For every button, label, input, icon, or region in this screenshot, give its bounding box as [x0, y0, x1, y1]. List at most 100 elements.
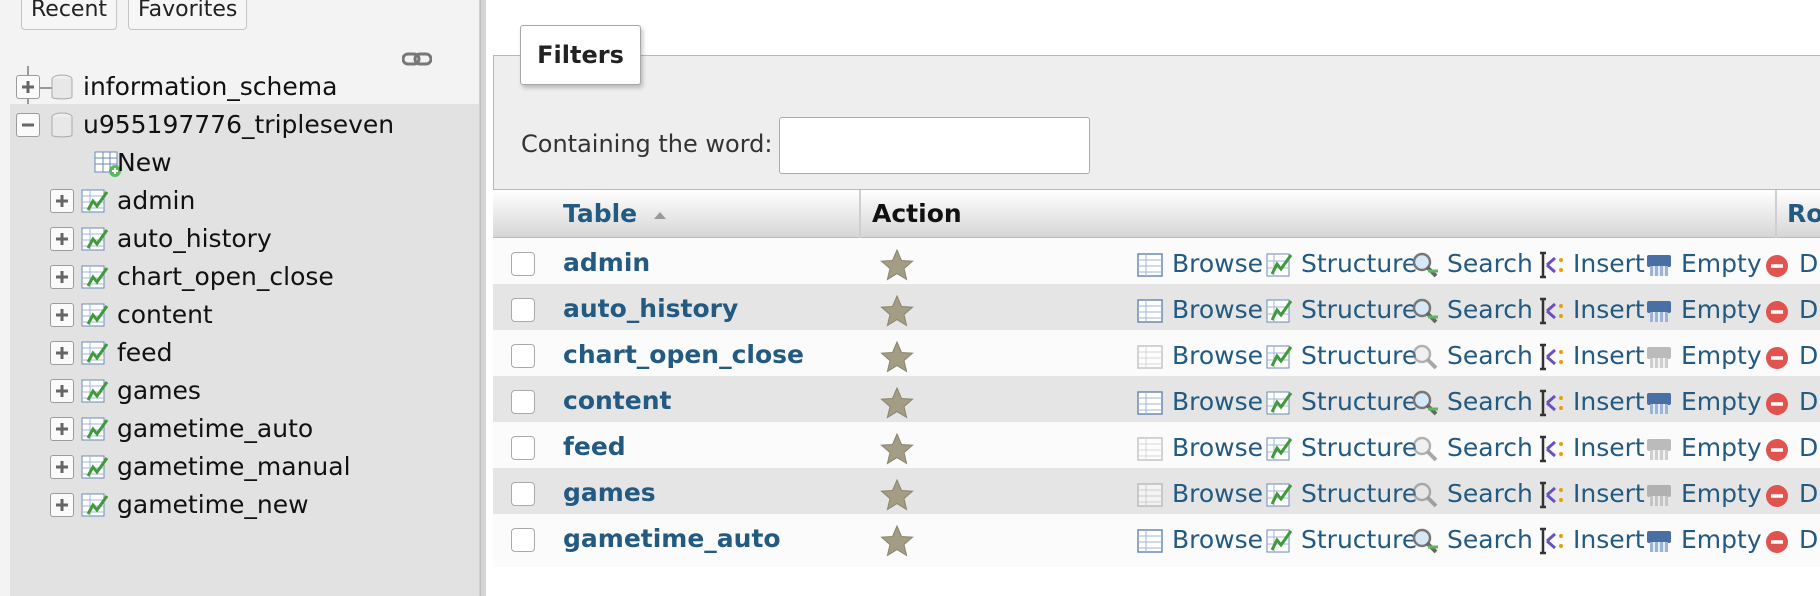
insert-label[interactable]: Insert [1573, 433, 1645, 462]
insert-label[interactable]: Insert [1573, 295, 1645, 324]
browse-label[interactable]: Browse [1172, 387, 1263, 416]
expand-icon[interactable] [50, 227, 74, 251]
table-structure-icon[interactable] [81, 416, 109, 444]
row-checkbox[interactable] [511, 528, 535, 552]
structure-label[interactable]: Structure [1301, 433, 1417, 462]
insert-label[interactable]: Insert [1573, 525, 1645, 554]
db-name[interactable]: information_schema [83, 72, 337, 101]
table-name-link[interactable]: gametime_auto [563, 524, 781, 553]
empty-label[interactable]: Empty [1681, 479, 1762, 508]
table-name-link[interactable]: feed [563, 432, 626, 461]
favorite-star-icon[interactable] [880, 294, 914, 328]
search-label[interactable]: Search [1447, 295, 1533, 324]
structure-label[interactable]: Structure [1301, 479, 1417, 508]
expand-icon[interactable] [50, 493, 74, 517]
empty-label[interactable]: Empty [1681, 249, 1762, 278]
sort-ascending-icon[interactable] [653, 210, 667, 220]
search-label[interactable]: Search [1447, 479, 1533, 508]
browse-label[interactable]: Browse [1172, 249, 1263, 278]
search-label[interactable]: Search [1447, 433, 1533, 462]
empty-label[interactable]: Empty [1681, 433, 1762, 462]
expand-icon[interactable] [50, 455, 74, 479]
insert-label[interactable]: Insert [1573, 341, 1645, 370]
table-structure-icon[interactable] [81, 188, 109, 216]
empty-label[interactable]: Empty [1681, 341, 1762, 370]
drop-label[interactable]: Drop [1799, 525, 1820, 554]
search-label[interactable]: Search [1447, 341, 1533, 370]
structure-label[interactable]: Structure [1301, 525, 1417, 554]
favorite-star-icon[interactable] [880, 386, 914, 420]
insert-label[interactable]: Insert [1573, 249, 1645, 278]
row-checkbox[interactable] [511, 482, 535, 506]
row-checkbox[interactable] [511, 252, 535, 276]
browse-label[interactable]: Browse [1172, 433, 1263, 462]
expand-icon[interactable] [50, 303, 74, 327]
table-name-link[interactable]: games [563, 478, 656, 507]
table-structure-icon[interactable] [81, 264, 109, 292]
favorite-star-icon[interactable] [880, 248, 914, 282]
nav-table-name[interactable]: gametime_new [117, 490, 309, 519]
empty-label[interactable]: Empty [1681, 387, 1762, 416]
table-structure-icon[interactable] [81, 302, 109, 330]
db-name[interactable]: u955197776_tripleseven [83, 110, 394, 139]
collapse-icon[interactable] [16, 113, 40, 137]
expand-icon[interactable] [50, 189, 74, 213]
drop-label[interactable]: Drop [1799, 387, 1820, 416]
drop-label[interactable]: Drop [1799, 479, 1820, 508]
search-label[interactable]: Search [1447, 525, 1533, 554]
insert-label[interactable]: Insert [1573, 387, 1645, 416]
structure-label[interactable]: Structure [1301, 387, 1417, 416]
drop-label[interactable]: Drop [1799, 341, 1820, 370]
nav-table-name[interactable]: games [117, 376, 201, 405]
empty-label[interactable]: Empty [1681, 295, 1762, 324]
browse-label[interactable]: Browse [1172, 341, 1263, 370]
favorite-star-icon[interactable] [880, 524, 914, 558]
nav-table-name[interactable]: chart_open_close [117, 262, 334, 291]
nav-table-name[interactable]: feed [117, 338, 172, 367]
drop-label[interactable]: Drop [1799, 295, 1820, 324]
browse-label[interactable]: Browse [1172, 295, 1263, 324]
nav-table-name[interactable]: content [117, 300, 213, 329]
drop-label[interactable]: Drop [1799, 433, 1820, 462]
table-name-link[interactable]: auto_history [563, 294, 738, 323]
expand-icon[interactable] [50, 265, 74, 289]
structure-label[interactable]: Structure [1301, 341, 1417, 370]
search-label[interactable]: Search [1447, 249, 1533, 278]
new-label[interactable]: New [117, 148, 172, 177]
expand-icon[interactable] [16, 75, 40, 99]
table-structure-icon[interactable] [81, 340, 109, 368]
structure-label[interactable]: Structure [1301, 295, 1417, 324]
nav-table-name[interactable]: admin [117, 186, 195, 215]
drop-label[interactable]: Drop [1799, 249, 1820, 278]
browse-label[interactable]: Browse [1172, 479, 1263, 508]
row-checkbox[interactable] [511, 390, 535, 414]
expand-icon[interactable] [50, 417, 74, 441]
row-checkbox[interactable] [511, 344, 535, 368]
favorite-star-icon[interactable] [880, 478, 914, 512]
expand-icon[interactable] [50, 341, 74, 365]
favorite-star-icon[interactable] [880, 432, 914, 466]
nav-table-name[interactable]: gametime_manual [117, 452, 351, 481]
structure-label[interactable]: Structure [1301, 249, 1417, 278]
table-structure-icon[interactable] [81, 378, 109, 406]
filter-input[interactable] [779, 117, 1090, 174]
row-checkbox[interactable] [511, 436, 535, 460]
nav-table-name[interactable]: gametime_auto [117, 414, 313, 443]
table-structure-icon[interactable] [81, 454, 109, 482]
table-structure-icon[interactable] [81, 492, 109, 520]
table-structure-icon[interactable] [81, 226, 109, 254]
column-header-rows[interactable]: Rows [1787, 190, 1820, 238]
nav-table-item[interactable]: gametime_new [10, 484, 479, 528]
column-header-table[interactable]: Table [563, 190, 637, 238]
table-name-link[interactable]: content [563, 386, 671, 415]
insert-label[interactable]: Insert [1573, 479, 1645, 508]
row-checkbox[interactable] [511, 298, 535, 322]
favorite-star-icon[interactable] [880, 340, 914, 374]
table-name-link[interactable]: admin [563, 248, 650, 277]
table-name-link[interactable]: chart_open_close [563, 340, 804, 369]
empty-label[interactable]: Empty [1681, 525, 1762, 554]
search-label[interactable]: Search [1447, 387, 1533, 416]
nav-table-name[interactable]: auto_history [117, 224, 272, 253]
browse-label[interactable]: Browse [1172, 525, 1263, 554]
expand-icon[interactable] [50, 379, 74, 403]
